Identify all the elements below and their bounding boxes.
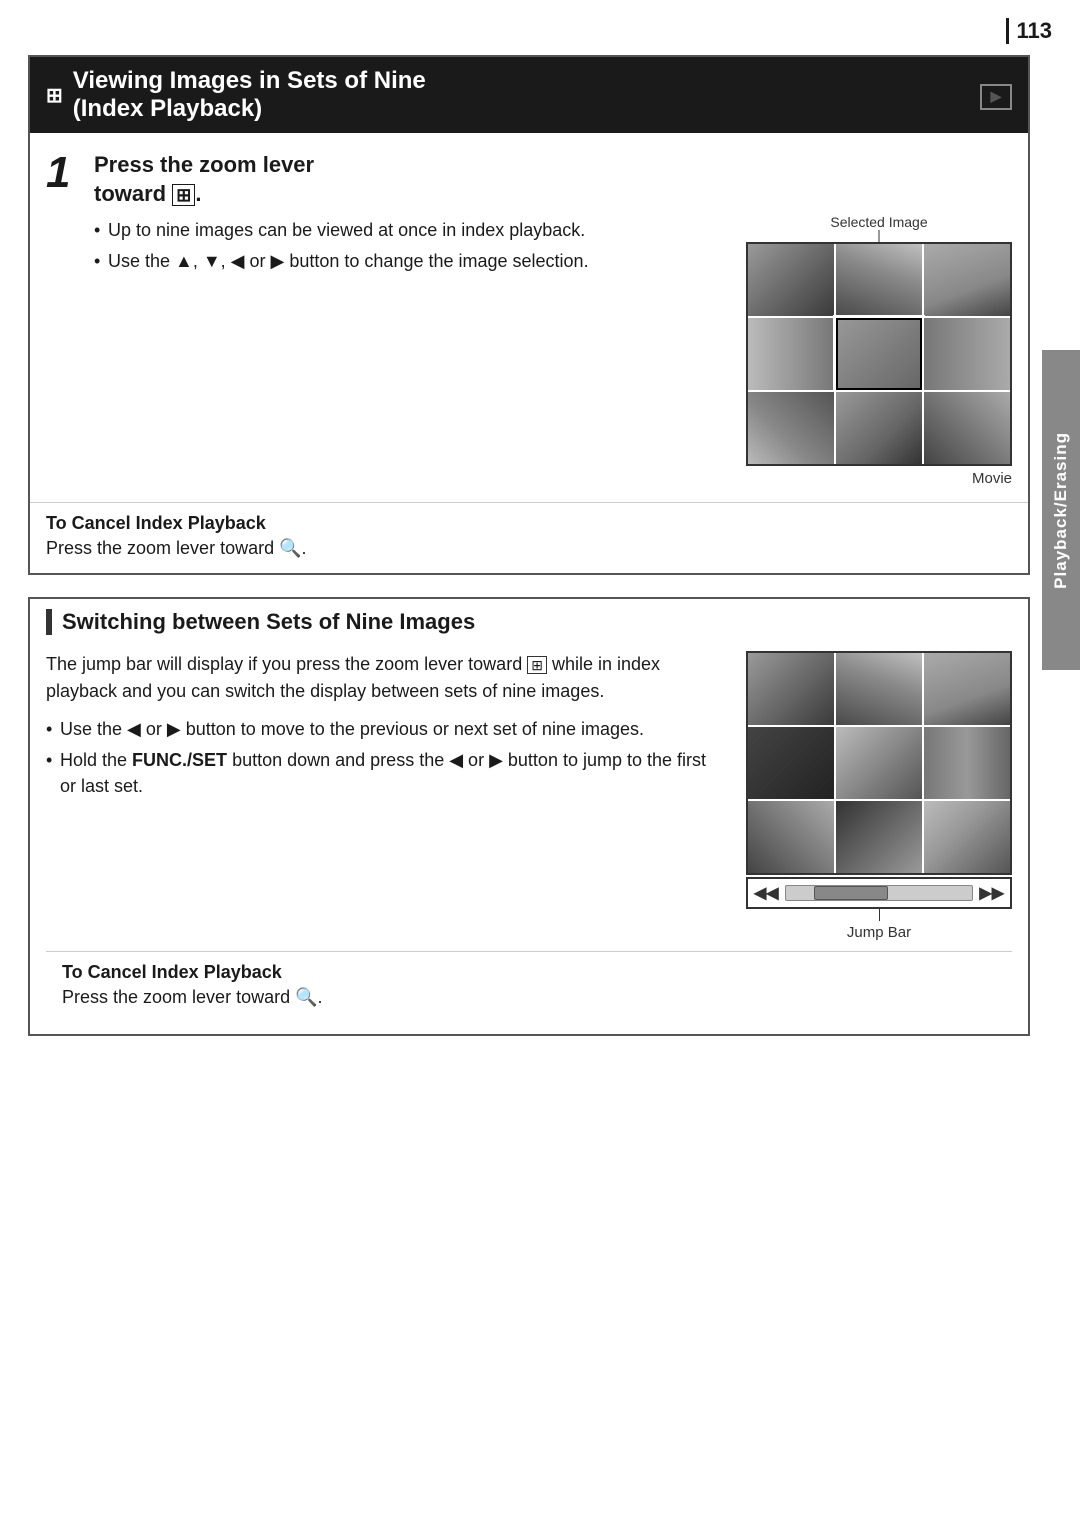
playback-badge-container: ▶ bbox=[980, 80, 1012, 110]
section2-intro: The jump bar will display if you press t… bbox=[46, 651, 722, 705]
section2-bullet2: Hold the FUNC./SET button down and press… bbox=[46, 748, 722, 798]
jump-grid-1 bbox=[748, 653, 834, 725]
step1-title: Press the zoom lever toward ⊞. bbox=[94, 151, 1012, 208]
section1-header: ⊞ Viewing Images in Sets of Nine(Index P… bbox=[30, 57, 1028, 133]
jump-grid-9 bbox=[924, 801, 1010, 873]
cancel-text1: Press the zoom lever toward 🔍. bbox=[46, 538, 1012, 559]
section2-main: The jump bar will display if you press t… bbox=[46, 651, 1012, 941]
section-index-playback: ⊞ Viewing Images in Sets of Nine(Index P… bbox=[28, 55, 1030, 575]
step1-text: Up to nine images can be viewed at once … bbox=[94, 218, 726, 280]
image-grid1-container: Selected Image bbox=[746, 242, 1012, 488]
section-switching: Switching between Sets of Nine Images Th… bbox=[28, 597, 1030, 1036]
section2-body: The jump bar will display if you press t… bbox=[30, 651, 1028, 1034]
grid-cell-4 bbox=[748, 318, 834, 390]
grid-cell-1 bbox=[748, 244, 834, 316]
grid-cell-8 bbox=[836, 392, 922, 464]
page-number: 113 bbox=[1006, 18, 1053, 44]
cancel-title1: To Cancel Index Playback bbox=[46, 513, 1012, 534]
section2-text: The jump bar will display if you press t… bbox=[46, 651, 722, 805]
step1-main: Up to nine images can be viewed at once … bbox=[94, 218, 1012, 488]
jump-grid-3 bbox=[924, 653, 1010, 725]
jump-grid-7 bbox=[748, 801, 834, 873]
jump-bar-row: ◀◀ ▶▶ bbox=[746, 877, 1012, 909]
cancel-section1: To Cancel Index Playback Press the zoom … bbox=[30, 502, 1028, 573]
section1-body: 1 Press the zoom lever toward ⊞. Up to n… bbox=[30, 133, 1028, 502]
playback-badge: ▶ bbox=[980, 84, 1012, 110]
step1-row: 1 Press the zoom lever toward ⊞. Up to n… bbox=[46, 151, 1012, 488]
side-tab-label: Playback/Erasing bbox=[1051, 432, 1071, 589]
grid-cell-3 bbox=[924, 244, 1010, 316]
jump-right-arrow: ▶▶ bbox=[979, 883, 1004, 903]
section2-header: Switching between Sets of Nine Images bbox=[30, 599, 1028, 641]
step1-bullets: Up to nine images can be viewed at once … bbox=[94, 218, 726, 274]
cancel-section2: To Cancel Index Playback Press the zoom … bbox=[46, 951, 1012, 1018]
main-content: ⊞ Viewing Images in Sets of Nine(Index P… bbox=[28, 55, 1030, 1481]
cancel-text2: Press the zoom lever toward 🔍. bbox=[62, 987, 996, 1008]
cancel-title2: To Cancel Index Playback bbox=[62, 962, 996, 983]
grid-cell-9 bbox=[924, 392, 1010, 464]
image-grid1 bbox=[746, 242, 1012, 466]
jump-bar-track bbox=[785, 885, 974, 901]
jump-grid-4 bbox=[748, 727, 834, 799]
section1-title: Viewing Images in Sets of Nine(Index Pla… bbox=[73, 67, 426, 123]
grid-cell-5-selected bbox=[836, 318, 922, 390]
step1-title-line1: Press the zoom lever bbox=[94, 152, 314, 177]
jump-bar-indicator-line bbox=[879, 909, 880, 921]
jump-grid-5 bbox=[836, 727, 922, 799]
bullet1: Up to nine images can be viewed at once … bbox=[94, 218, 726, 243]
jump-grid-8 bbox=[836, 801, 922, 873]
jump-bar-container: ◀◀ ▶▶ Jump Bar bbox=[746, 651, 1012, 941]
jump-image-grid bbox=[746, 651, 1012, 875]
grid-cell-2 bbox=[836, 244, 922, 316]
step1-content: Press the zoom lever toward ⊞. Up to nin… bbox=[94, 151, 1012, 488]
index-icon: ⊞ bbox=[46, 83, 63, 108]
bullet2: Use the ▲, ▼, ◀ or ▶ button to change th… bbox=[94, 249, 726, 274]
side-tab: Playback/Erasing bbox=[1042, 350, 1080, 670]
jump-bar-label: Jump Bar bbox=[746, 924, 1012, 941]
jump-bar-thumb bbox=[814, 886, 889, 900]
index-icon2: ⊞ bbox=[527, 656, 547, 674]
jump-grid-6 bbox=[924, 727, 1010, 799]
section2-title: Switching between Sets of Nine Images bbox=[46, 609, 1012, 635]
search-icon2: 🔍 bbox=[295, 987, 317, 1007]
step-number: 1 bbox=[46, 151, 84, 195]
func-set-bold: FUNC./SET bbox=[132, 750, 227, 770]
step1-title-line2: toward ⊞. bbox=[94, 181, 201, 206]
movie-label: Movie bbox=[746, 470, 1012, 487]
grid-cell-6 bbox=[924, 318, 1010, 390]
section2-bullets: Use the ◀ or ▶ button to move to the pre… bbox=[46, 717, 722, 799]
jump-grid-2 bbox=[836, 653, 922, 725]
search-icon1: 🔍 bbox=[279, 538, 301, 558]
section2-bullet1: Use the ◀ or ▶ button to move to the pre… bbox=[46, 717, 722, 742]
jump-left-arrow: ◀◀ bbox=[754, 883, 779, 903]
grid-cell-7 bbox=[748, 392, 834, 464]
selected-image-label: Selected Image bbox=[830, 214, 927, 230]
